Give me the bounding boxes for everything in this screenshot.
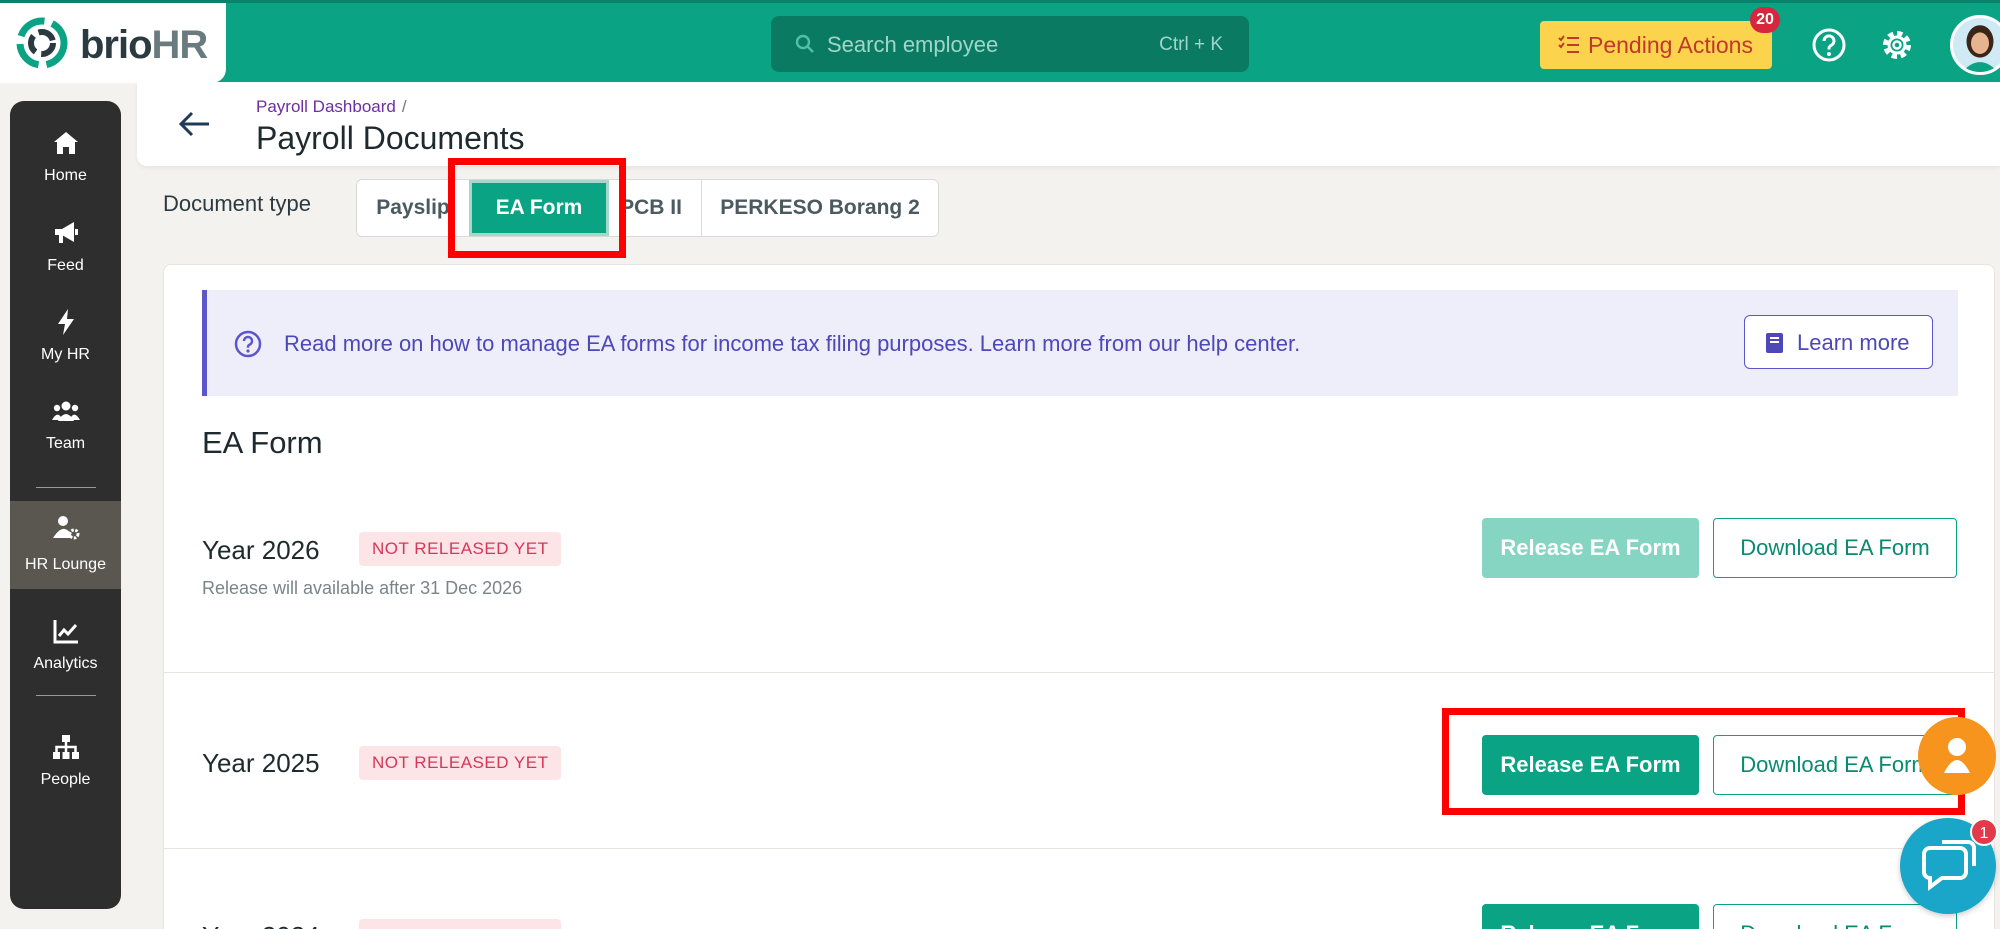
brand-name: brioHR: [80, 23, 208, 67]
sidebar-item-label: My HR: [41, 346, 90, 363]
search-icon: [795, 34, 814, 53]
status-badge: NOT RELEASED YET: [359, 919, 562, 929]
sidebar-divider: [36, 487, 96, 488]
document-type-label: Document type: [163, 191, 311, 216]
download-ea-form-button[interactable]: Download EA Form: [1713, 518, 1957, 578]
breadcrumb: Payroll Dashboard /: [256, 97, 407, 117]
search-shortcut: Ctrl + K: [1159, 34, 1223, 55]
sidebar-item-home[interactable]: Home: [10, 117, 121, 197]
brio-logo-icon: [16, 17, 68, 69]
search-bar[interactable]: Search employee Ctrl + K: [771, 16, 1249, 72]
book-icon: [1766, 333, 1783, 353]
learn-more-button[interactable]: Learn more: [1744, 315, 1933, 369]
chart-icon: [53, 620, 78, 644]
sidebar-item-label: People: [40, 771, 91, 788]
release-note: Release will available after 31 Dec 2026: [202, 578, 523, 598]
info-banner: Read more on how to manage EA forms for …: [202, 290, 1958, 396]
row-divider: [164, 848, 1994, 849]
chat-notification-badge: 1: [1970, 818, 1998, 846]
release-ea-form-button[interactable]: Release EA Form: [1482, 904, 1699, 929]
year-label: Year 2024: [202, 921, 320, 929]
sidebar-item-team[interactable]: Team: [10, 385, 121, 465]
sidebar-item-label: Analytics: [33, 655, 98, 672]
home-icon: [54, 132, 78, 154]
release-ea-form-button[interactable]: Release EA Form: [1482, 518, 1699, 578]
sidebar-item-label: HR Lounge: [25, 556, 106, 573]
pending-actions-label: Pending Actions: [1588, 32, 1753, 58]
sidebar-item-label: Team: [45, 435, 86, 452]
tab-perkeso-borang-2[interactable]: PERKESO Borang 2: [702, 180, 938, 236]
sidebar-item-analytics[interactable]: Analytics: [10, 605, 121, 685]
breadcrumb-separator: /: [401, 97, 407, 116]
status-badge: NOT RELEASED YET: [359, 746, 562, 780]
page-title: Payroll Documents: [256, 120, 525, 156]
sidebar-item-hr-lounge[interactable]: HR Lounge: [10, 501, 121, 589]
question-circle-icon: [234, 330, 262, 358]
sidebar-item-people[interactable]: People: [10, 721, 121, 801]
team-icon: [52, 401, 80, 421]
page-header: Payroll Dashboard / Payroll Documents: [137, 82, 2000, 166]
learn-more-label: Learn more: [1797, 330, 1910, 355]
top-bar: brioHR Search employee Ctrl + K Pending …: [0, 0, 2000, 83]
gear-icon[interactable]: [1879, 27, 1915, 63]
sidebar: Home Feed My HR Team HR Lounge Analytics…: [10, 101, 121, 909]
document-type-tabs: Payslip EA Form PCB II PERKESO Borang 2: [356, 179, 939, 237]
megaphone-icon: [55, 222, 78, 243]
checklist-icon: [1558, 35, 1579, 53]
floating-person-button[interactable]: [1918, 717, 1996, 795]
sidebar-item-my-hr[interactable]: My HR: [10, 296, 121, 376]
sidebar-item-feed[interactable]: Feed: [10, 207, 121, 287]
chat-button[interactable]: 1: [1900, 818, 1998, 914]
year-label: Year 2026: [202, 535, 320, 565]
org-chart-icon: [53, 735, 79, 759]
user-avatar[interactable]: [1950, 15, 2000, 75]
section-title: EA Form: [202, 425, 323, 460]
sidebar-item-label: Feed: [47, 257, 84, 274]
ea-form-card: Read more on how to manage EA forms for …: [163, 264, 1995, 929]
pending-count-badge: 20: [1750, 7, 1780, 33]
highlight-box-ea-tab: [448, 158, 626, 258]
avatar-portrait-icon: [1953, 18, 2000, 72]
brand-logo[interactable]: brioHR: [0, 3, 226, 83]
pending-actions-button[interactable]: Pending Actions 20: [1540, 7, 1780, 69]
info-text: Read more on how to manage EA forms for …: [284, 331, 1301, 356]
highlight-box-release-row: [1442, 708, 1965, 815]
breadcrumb-link-payroll-dashboard[interactable]: Payroll Dashboard: [256, 97, 396, 116]
user-gear-icon: [53, 516, 80, 540]
back-arrow-icon[interactable]: [177, 106, 213, 142]
status-badge: NOT RELEASED YET: [359, 532, 562, 566]
sidebar-item-label: Home: [44, 167, 87, 184]
help-icon[interactable]: [1811, 27, 1847, 63]
bolt-icon: [58, 309, 74, 335]
year-label: Year 2025: [202, 748, 320, 778]
search-placeholder: Search employee: [827, 32, 999, 57]
person-icon: [1944, 738, 1970, 773]
row-divider: [164, 672, 1994, 673]
sidebar-divider: [36, 695, 96, 696]
